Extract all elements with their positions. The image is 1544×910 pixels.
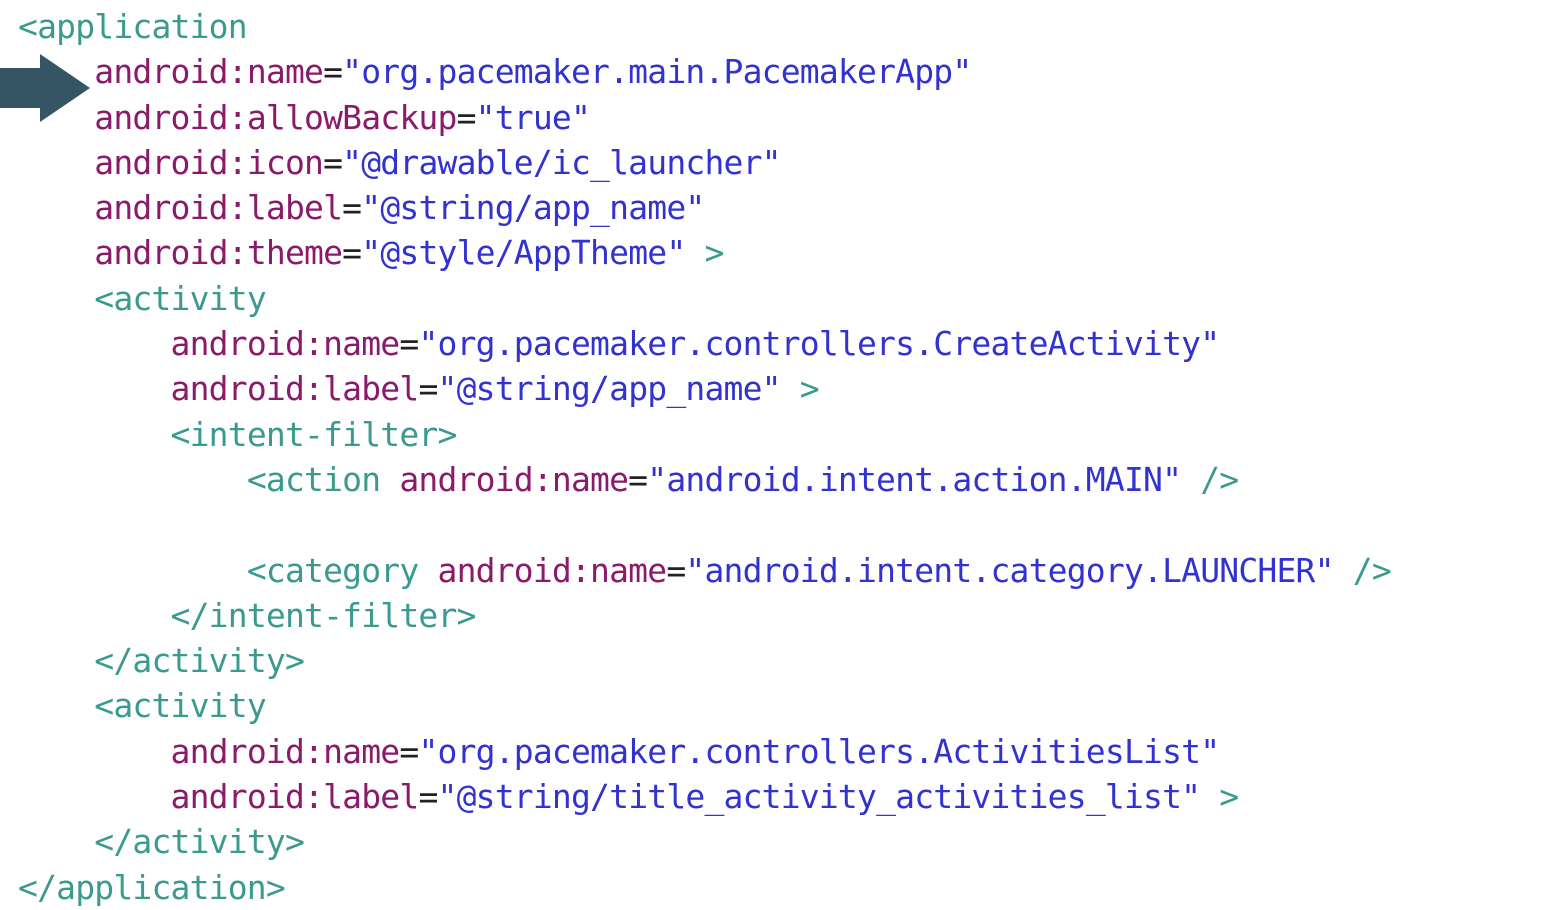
code-line: android:name="org.pacemaker.controllers.… (18, 321, 1391, 366)
xml-equals: = (628, 459, 648, 499)
xml-tag: </intent-filter> (170, 595, 477, 635)
code-line: </application> (18, 865, 1391, 910)
xml-attribute: android:icon (94, 142, 324, 182)
xml-tag: > (685, 233, 724, 273)
xml-attribute: android:name (437, 550, 668, 590)
xml-string: "@drawable/ic_launcher" (342, 142, 781, 182)
xml-tag: /> (1333, 550, 1392, 590)
xml-equals: = (418, 369, 438, 409)
xml-string: "@style/AppTheme" (361, 233, 686, 273)
code-line: <category android:name="android.intent.c… (18, 548, 1392, 593)
xml-attribute: android:name (170, 324, 401, 364)
xml-tag: </application> (18, 867, 286, 907)
xml-equals: = (399, 731, 419, 771)
xml-equals: = (342, 188, 362, 228)
code-line: android:name="org.pacemaker.controllers.… (18, 729, 1391, 774)
xml-attribute: android:label (170, 777, 420, 817)
xml-tag: /> (1181, 459, 1239, 499)
xml-string: "android.intent.category.LAUNCHER" (685, 550, 1334, 590)
code-line: android:allowBackup="true" (18, 95, 1391, 140)
code-listing: <application android:name="org.pacemaker… (18, 4, 1392, 910)
code-line: android:label="@string/app_name" > (18, 366, 1391, 411)
code-line: android:name="org.pacemaker.main.Pacemak… (18, 49, 1391, 94)
arrow-right-shape (0, 54, 90, 122)
xml-equals: = (342, 233, 362, 273)
xml-string: "org.pacemaker.controllers.ActivitiesLis… (418, 731, 1220, 771)
xml-attribute: android:theme (94, 233, 343, 273)
xml-attribute: android:name (399, 459, 629, 499)
xml-tag: > (780, 369, 820, 409)
xml-equals: = (323, 142, 343, 182)
xml-tag: <category (246, 550, 438, 590)
xml-string: "org.pacemaker.controllers.CreateActivit… (418, 324, 1220, 364)
arrow-right-icon (0, 54, 90, 122)
xml-equals: = (418, 777, 438, 817)
code-line: android:label="@string/title_activity_ac… (18, 774, 1391, 819)
xml-tag: </activity> (94, 641, 305, 681)
code-line: android:icon="@drawable/ic_launcher" (18, 140, 1391, 185)
xml-attribute: android:name (94, 52, 324, 92)
xml-equals: = (666, 550, 686, 590)
xml-attribute: android:label (170, 369, 420, 409)
xml-tag: <intent-filter> (170, 414, 458, 454)
code-line: android:label="@string/app_name" (18, 185, 1391, 230)
xml-string: "android.intent.action.MAIN" (647, 459, 1182, 499)
xml-string: "true" (475, 97, 591, 137)
code-line: </activity> (18, 638, 1391, 683)
xml-attribute: android:name (170, 731, 401, 771)
xml-tag: </activity> (94, 822, 305, 862)
code-line: <activity (18, 276, 1391, 321)
xml-tag: <action (246, 459, 400, 499)
code-line: android:theme="@style/AppTheme" > (18, 230, 1391, 275)
xml-equals: = (456, 97, 477, 137)
code-line: ​ (18, 502, 1391, 547)
code-line: <action android:name="android.intent.act… (18, 457, 1391, 502)
code-line: </intent-filter> (18, 593, 1391, 638)
xml-tag: <activity (94, 686, 266, 726)
xml-equals: = (323, 52, 343, 92)
xml-string: "org.pacemaker.main.PacemakerApp" (342, 52, 972, 92)
xml-tag: <application (18, 7, 248, 46)
xml-string: "@string/title_activity_activities_list" (437, 777, 1202, 817)
xml-attribute: android:label (94, 188, 343, 228)
code-line: <activity (18, 683, 1391, 728)
xml-tag: <activity (94, 278, 266, 318)
code-line: <application (18, 4, 1391, 49)
xml-equals: = (399, 324, 419, 364)
code-line: </activity> (18, 819, 1391, 864)
xml-string: "@string/app_name" (437, 369, 782, 409)
code-line: <intent-filter> (18, 412, 1391, 457)
xml-string: "@string/app_name" (361, 188, 705, 228)
xml-attribute: android:allowBackup (94, 97, 457, 137)
xml-tag: > (1200, 777, 1239, 817)
